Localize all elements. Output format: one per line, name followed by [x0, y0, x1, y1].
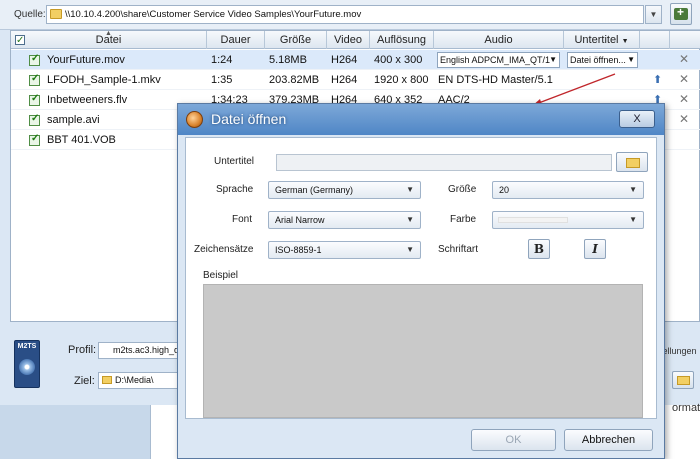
column-header-resolution[interactable]: Auflösung — [370, 31, 434, 49]
color-dropdown[interactable]: ▼ — [492, 211, 644, 229]
source-label: Quelle: — [14, 9, 46, 20]
chevron-down-icon: ▼ — [629, 215, 637, 224]
preview-label: Beispiel — [203, 270, 239, 281]
table-header: ▲ Datei Dauer Größe Video Auflösung Audi… — [11, 30, 700, 50]
folder-icon — [50, 9, 62, 19]
disc-icon — [19, 359, 35, 375]
column-header-blank-1 — [640, 31, 670, 49]
background-text: ormat, — [672, 402, 700, 414]
source-path-field[interactable]: \\10.10.4.200\share\Customer Service Vid… — [46, 5, 644, 24]
target-label: Ziel: — [74, 375, 95, 387]
profile-label: Profil: — [68, 344, 97, 356]
cancel-button[interactable]: Abbrechen — [564, 429, 653, 451]
remove-icon[interactable]: ✕ — [679, 113, 691, 125]
resolution: 400 x 300 — [374, 54, 423, 66]
column-header-size[interactable]: Größe — [265, 31, 327, 49]
column-header-video[interactable]: Video — [327, 31, 370, 49]
font-dropdown[interactable]: Arial Narrow ▼ — [268, 211, 421, 229]
profile-dropdown[interactable]: m2ts.ac3.high_qua — [98, 342, 182, 359]
color-label: Farbe — [450, 214, 477, 225]
sort-ascending-icon: ▲ — [105, 30, 112, 37]
preview-area — [203, 284, 643, 418]
column-header-subtitle[interactable]: Untertitel ▼ — [564, 31, 640, 49]
browse-target-button[interactable] — [672, 371, 694, 389]
close-button[interactable]: X — [619, 110, 655, 128]
column-header-duration[interactable]: Dauer — [207, 31, 265, 49]
chevron-down-icon: ▼ — [549, 55, 557, 64]
folder-icon — [626, 158, 640, 168]
desktop-background — [0, 405, 150, 459]
folder-icon — [102, 376, 112, 384]
duration: 1:24 — [211, 54, 233, 66]
row-checkbox[interactable] — [29, 73, 40, 86]
size-label: Größe — [448, 184, 477, 195]
file-name: YourFuture.mov — [47, 54, 125, 66]
column-header-blank-2 — [670, 31, 700, 49]
size: 5.18MB — [269, 54, 307, 66]
open-file-dialog: Datei öffnen X Untertitel Sprache German… — [177, 103, 665, 459]
chevron-down-icon: ▼ — [406, 215, 414, 224]
browse-subtitle-button[interactable] — [616, 152, 648, 172]
row-checkbox[interactable] — [29, 93, 40, 106]
ok-button[interactable]: OK — [471, 429, 556, 451]
row-checkbox[interactable] — [29, 133, 40, 146]
folder-icon — [677, 376, 690, 385]
language-label: Sprache — [216, 184, 254, 195]
chevron-down-icon: ▼ — [621, 38, 629, 45]
row-checkbox[interactable] — [29, 113, 40, 126]
color-swatch — [498, 217, 568, 223]
italic-button[interactable]: I — [584, 239, 606, 259]
column-header-audio[interactable]: Audio — [434, 31, 564, 49]
chevron-down-icon: ▼ — [406, 185, 414, 194]
font-style-label: Schriftart — [438, 244, 479, 255]
remove-icon[interactable]: ✕ — [679, 93, 691, 105]
source-dropdown-button[interactable]: ▼ — [645, 5, 662, 24]
resolution: 1920 x 800 — [374, 74, 429, 86]
chevron-down-icon: ▼ — [627, 55, 635, 64]
video-codec: H264 — [331, 54, 358, 66]
subtitle-dropdown[interactable]: Datei öffnen... ▼ — [567, 52, 638, 68]
dialog-title: Datei öffnen — [211, 111, 287, 127]
charset-label: Zeichensätze — [194, 244, 254, 255]
table-row[interactable]: YourFuture.mov 1:24 5.18MB H264 400 x 30… — [11, 50, 700, 70]
duration: 1:35 — [211, 74, 233, 86]
subtitle-label: Untertitel — [214, 156, 255, 167]
target-folder-field[interactable]: D:\Media\ — [98, 372, 182, 389]
bold-button[interactable]: B — [528, 239, 550, 259]
settings-button-text[interactable]: tellungen — [660, 346, 697, 356]
output-format-icon[interactable]: M2TS — [14, 340, 40, 388]
column-header-file[interactable]: ▲ Datei — [11, 30, 207, 50]
charset-dropdown[interactable]: ISO-8859-1 ▼ — [268, 241, 421, 259]
remove-icon[interactable]: ✕ — [679, 53, 691, 65]
app-logo-icon — [186, 111, 203, 128]
font-label: Font — [232, 214, 253, 225]
add-file-button[interactable] — [670, 3, 692, 25]
move-up-icon[interactable]: ⬆ — [653, 74, 665, 86]
file-name: LFODH_Sample-1.mkv — [47, 74, 161, 86]
video-codec: H264 — [331, 74, 358, 86]
dialog-content: Untertitel Sprache German (Germany) ▼ Grö… — [185, 137, 657, 419]
size: 203.82MB — [269, 74, 320, 86]
audio-track-dropdown[interactable]: English ADPCM_IMA_QT/1 ▼ — [437, 52, 560, 68]
subtitle-file-field[interactable] — [276, 154, 612, 171]
add-media-icon — [674, 5, 688, 20]
chevron-down-icon: ▼ — [629, 185, 637, 194]
remove-icon[interactable]: ✕ — [679, 73, 691, 85]
source-path-text: \\10.10.4.200\share\Customer Service Vid… — [65, 9, 362, 20]
size-dropdown[interactable]: 20 ▼ — [492, 181, 644, 199]
language-dropdown[interactable]: German (Germany) ▼ — [268, 181, 421, 199]
dialog-titlebar[interactable]: Datei öffnen X — [178, 104, 664, 135]
row-checkbox[interactable] — [29, 53, 40, 66]
chevron-down-icon: ▼ — [406, 245, 414, 254]
